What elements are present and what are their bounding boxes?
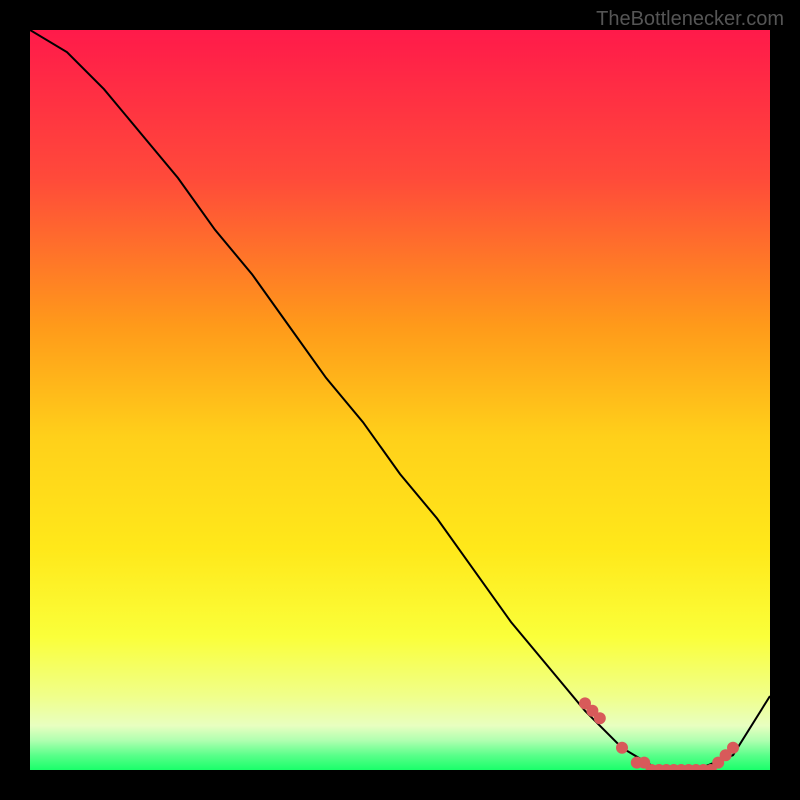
watermark-text: TheBottlenecker.com (596, 8, 784, 31)
highlight-dot (616, 742, 628, 754)
bottleneck-curve-svg (30, 30, 770, 770)
highlight-dot (594, 712, 606, 724)
highlight-points-group (579, 697, 739, 770)
highlight-dot (727, 742, 739, 754)
chart-area (30, 30, 770, 770)
bottleneck-curve-line (30, 30, 770, 770)
